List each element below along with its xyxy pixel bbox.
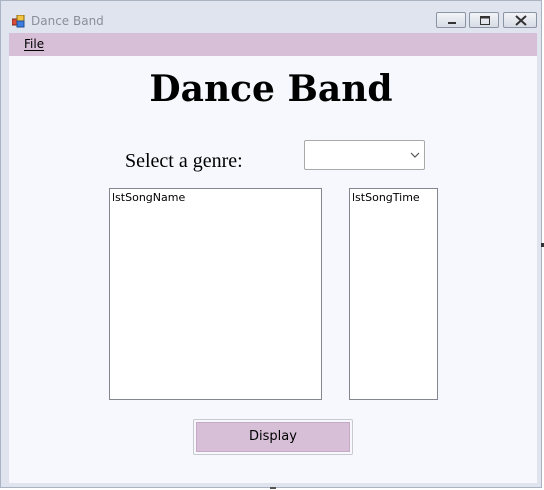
genre-label: Select a genre:: [125, 150, 243, 172]
windows-form-icon: [11, 13, 25, 28]
song-name-list[interactable]: lstSongName: [109, 188, 322, 400]
maximize-button[interactable]: [469, 12, 499, 28]
page-title: Dance Band: [149, 68, 393, 110]
song-time-list[interactable]: lstSongTime: [349, 188, 438, 400]
display-button-label: Display: [196, 422, 350, 452]
title-bar[interactable]: Dance Band: [1, 1, 541, 33]
chevron-down-icon: [410, 152, 420, 158]
genre-dropdown[interactable]: [304, 140, 425, 170]
minimize-icon: [448, 22, 456, 24]
resize-grip[interactable]: [270, 487, 276, 489]
close-icon: [515, 15, 527, 26]
minimize-button[interactable]: [436, 12, 466, 28]
window-title: Dance Band: [31, 14, 104, 28]
close-button[interactable]: [503, 12, 537, 28]
app-window: Dance Band File Dance Band Select a genr…: [0, 0, 542, 488]
menu-item-file[interactable]: File: [24, 37, 44, 52]
maximize-icon: [480, 16, 490, 25]
form-client-area: File Dance Band Select a genre: lstSongN…: [9, 33, 537, 483]
display-button[interactable]: Display: [193, 419, 353, 455]
list-item[interactable]: lstSongTime: [352, 191, 420, 205]
menu-bar: File: [9, 33, 537, 56]
list-item[interactable]: lstSongName: [112, 191, 185, 205]
